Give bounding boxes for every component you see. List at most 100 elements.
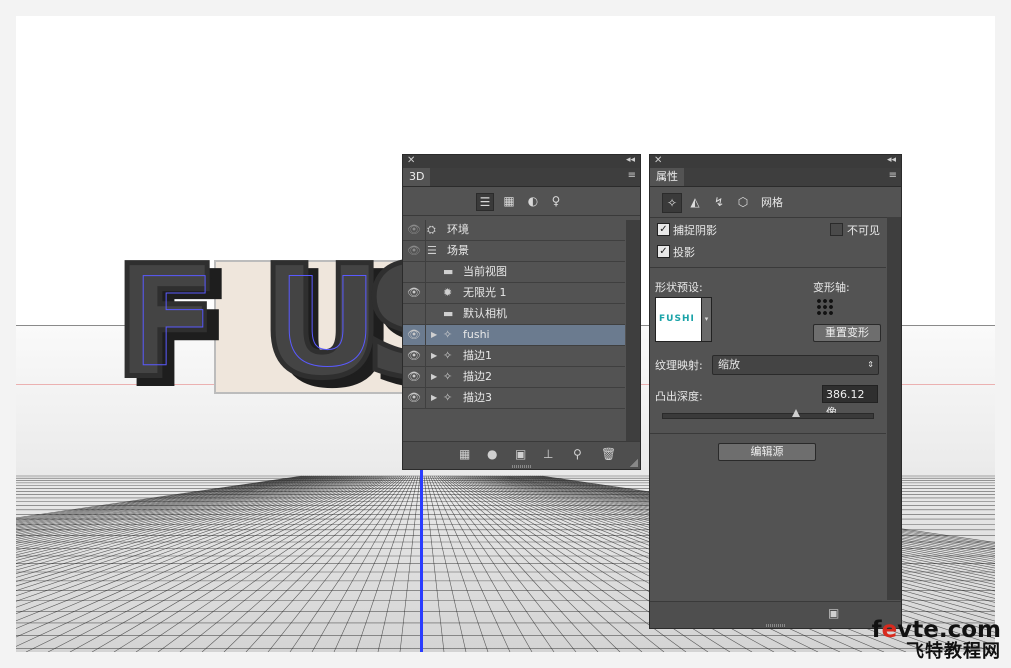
visibility-eye-icon[interactable]: 👁 xyxy=(403,283,426,303)
letter-u-outline: U xyxy=(277,252,378,394)
watermark-logo: fevte.com xyxy=(871,617,1001,643)
layer-row[interactable]: 👁 ✹ 无限光 1 xyxy=(403,283,625,304)
texture-mapping-select[interactable]: 缩放 ⇕ xyxy=(712,355,879,375)
property-mode-bar: ✧ ◭ ↯ ⬡ 网格 xyxy=(650,187,901,218)
camera-icon: ▬ xyxy=(443,307,454,320)
scene-icon: ☰ xyxy=(427,244,437,257)
resize-grip[interactable] xyxy=(511,465,532,468)
mesh-filter-icon[interactable]: ▦ xyxy=(501,193,517,209)
visibility-eye-icon[interactable]: 👁 xyxy=(403,388,426,408)
layer-label: 描边2 xyxy=(463,370,492,383)
layer-label: 描边1 xyxy=(463,349,492,362)
layer-label: 环境 xyxy=(447,223,469,236)
expand-arrow-icon[interactable]: ▶ xyxy=(431,367,437,387)
layer-label: fushi xyxy=(463,328,490,341)
thumbnail-text: FUSHI xyxy=(659,314,695,324)
render-icon[interactable]: ▣ xyxy=(515,447,526,461)
layer-row[interactable]: 👁 ▶ ✧ 描边3 xyxy=(403,388,625,409)
resize-grip[interactable] xyxy=(765,624,786,627)
resize-corner-icon[interactable] xyxy=(630,459,638,467)
close-icon[interactable]: ✕ xyxy=(407,155,415,166)
environment-icon: ⛭ xyxy=(427,223,436,236)
mesh-icon: ✧ xyxy=(443,370,453,383)
layer-row[interactable]: 👁 ▶ ✧ 描边1 xyxy=(403,346,625,367)
visibility-eye-icon[interactable]: 👁 xyxy=(403,241,426,261)
visibility-eye-icon[interactable]: 👁 xyxy=(403,220,426,240)
watermark-subtitle: 飞特教程网 xyxy=(906,641,1001,662)
panel-properties[interactable]: ✕ ◂◂ 属性 ≡ ✧ ◭ ↯ ⬡ 网格 ✓ 捕捉阴影 不可见 ✓ 投影 形状预… xyxy=(649,154,902,629)
mesh-icon: ✧ xyxy=(443,328,453,341)
visibility-eye-icon[interactable]: 👁 xyxy=(403,367,426,387)
cast-shadows-checkbox[interactable]: ✓ xyxy=(657,245,670,258)
layer-label: 当前视图 xyxy=(463,265,507,278)
extrusion-depth-slider[interactable] xyxy=(662,413,874,419)
catch-shadows-checkbox[interactable]: ✓ xyxy=(657,223,670,236)
expand-arrow-icon[interactable]: ▶ xyxy=(431,325,437,345)
mesh-icon: ✧ xyxy=(443,349,453,362)
cast-shadows-label: 投影 xyxy=(673,246,695,259)
site-watermark: fevte.com 飞特教程网 xyxy=(872,618,1001,662)
divider xyxy=(650,433,886,434)
deform-axis-grid-icon[interactable] xyxy=(816,298,834,316)
trash-icon[interactable]: 🗑 xyxy=(601,447,616,461)
filter-toolbar: ☰ ▦ ◐ ♀ xyxy=(403,187,640,216)
catch-shadows-label: 捕捉阴影 xyxy=(673,224,717,237)
divider xyxy=(650,267,886,268)
material-filter-icon[interactable]: ◐ xyxy=(525,193,541,209)
layer-row[interactable]: ▬ 当前视图 xyxy=(403,262,625,283)
shape-preset-dropdown[interactable]: ▾ xyxy=(701,297,712,342)
layer-row[interactable]: 👁 ▶ ✧ 描边2 xyxy=(403,367,625,388)
scene-filter-icon[interactable]: ☰ xyxy=(476,193,494,211)
cap-mode-icon[interactable]: ↯ xyxy=(710,193,728,211)
panel-3d-titlebar[interactable]: ✕ ◂◂ xyxy=(403,155,640,168)
coordinates-mode-icon[interactable]: ⬡ xyxy=(734,193,752,211)
panel-properties-titlebar[interactable]: ✕ ◂◂ xyxy=(650,155,901,168)
layer-row[interactable]: 👁 ☰ 场景 xyxy=(403,241,625,262)
expand-arrow-icon[interactable]: ▶ xyxy=(431,346,437,366)
sun-icon: ✹ xyxy=(443,286,453,299)
expand-arrow-icon[interactable]: ▶ xyxy=(431,388,437,408)
texture-mapping-label: 纹理映射: xyxy=(655,359,703,372)
anchor-icon[interactable]: ⚲ xyxy=(573,447,582,461)
letter-f-outline: F xyxy=(131,252,216,394)
panel-menu-icon[interactable]: ≡ xyxy=(889,170,897,181)
tab-3d[interactable]: 3D xyxy=(403,168,431,186)
camera-icon: ▬ xyxy=(443,265,454,278)
visibility-eye-icon[interactable] xyxy=(403,262,426,282)
chevron-updown-icon: ⇕ xyxy=(867,360,874,369)
shape-preset-thumbnail[interactable]: FUSHI xyxy=(655,297,702,342)
invisible-checkbox[interactable] xyxy=(830,223,843,236)
layer-row[interactable]: 👁 ▶ ✧ fushi xyxy=(403,325,625,346)
texture-mapping-value: 缩放 xyxy=(718,358,740,371)
blue-axis-line xyxy=(420,468,423,652)
extrusion-depth-label: 凸出深度: xyxy=(655,390,703,403)
add-mesh-icon[interactable]: ▦ xyxy=(459,447,470,461)
close-icon[interactable]: ✕ xyxy=(654,155,662,166)
mesh-icon: ✧ xyxy=(443,391,453,404)
render-icon[interactable]: ▣ xyxy=(828,606,839,620)
collapse-icon[interactable]: ◂◂ xyxy=(887,155,896,165)
panel-3d[interactable]: ✕ ◂◂ 3D ≡ ☰ ▦ ◐ ♀ 👁 ⛭ 环境 👁 ☰ 场景 ▬ 当前视图 👁 ✹ 无限光 1 ▬ 默… xyxy=(402,154,641,470)
edit-source-button[interactable]: 编辑源 xyxy=(718,443,816,461)
visibility-eye-icon[interactable] xyxy=(403,304,426,324)
visibility-eye-icon[interactable]: 👁 xyxy=(403,346,426,366)
add-light-icon[interactable]: ● xyxy=(487,447,497,461)
tab-properties[interactable]: 属性 xyxy=(650,168,684,186)
panel-menu-icon[interactable]: ≡ xyxy=(628,170,636,181)
mesh-mode-icon[interactable]: ✧ xyxy=(662,193,682,213)
collapse-icon[interactable]: ◂◂ xyxy=(626,155,635,165)
panel-3d-tabs: 3D ≡ xyxy=(403,168,640,187)
deform-mode-icon[interactable]: ◭ xyxy=(686,193,704,211)
slider-knob[interactable] xyxy=(792,409,801,417)
extrusion-depth-input[interactable]: 386.12 像 xyxy=(822,385,878,419)
reset-deform-button[interactable]: 重置变形 xyxy=(813,324,881,342)
layer-row[interactable]: ▬ 默认相机 xyxy=(403,304,625,325)
scrollbar[interactable] xyxy=(626,220,640,441)
scrollbar[interactable] xyxy=(887,217,901,600)
layer-row[interactable]: 👁 ⛭ 环境 xyxy=(403,220,625,241)
layer-label: 场景 xyxy=(447,244,469,257)
drop-to-ground-icon[interactable]: ⊥ xyxy=(543,447,553,461)
light-filter-icon[interactable]: ♀ xyxy=(548,193,564,209)
invisible-label: 不可见 xyxy=(847,224,880,237)
visibility-eye-icon[interactable]: 👁 xyxy=(403,325,426,345)
